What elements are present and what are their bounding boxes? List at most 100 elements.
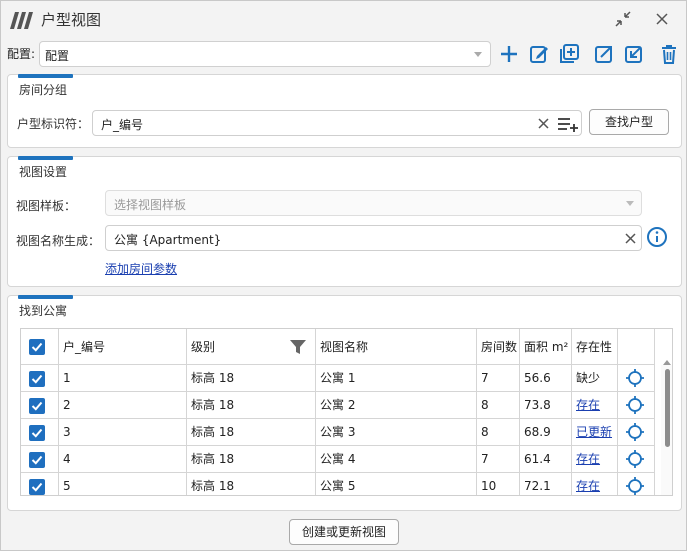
import-icon[interactable]: [623, 43, 645, 65]
row-checkbox[interactable]: [29, 371, 45, 387]
row-checkbox[interactable]: [29, 398, 45, 414]
find-apartment-button[interactable]: 查找户型: [589, 109, 669, 135]
locate-target-icon[interactable]: [626, 477, 644, 495]
column-header-level[interactable]: 级别: [187, 329, 316, 365]
row-rooms-cell: 10: [477, 473, 520, 495]
view-name-value: 公寓 {Apartment}: [114, 233, 222, 247]
locate-target-icon[interactable]: [626, 396, 644, 414]
window-title: 户型视图: [41, 11, 102, 29]
row-select-cell: [21, 446, 59, 473]
clear-icon[interactable]: [537, 117, 550, 130]
level-header-label: 级别: [191, 340, 216, 354]
add-room-param-link[interactable]: 添加房间参数: [105, 260, 177, 277]
table-row[interactable]: 3 标高 18 公寓 3 8 68.9 已更新: [21, 419, 661, 446]
edit-icon[interactable]: [528, 43, 550, 65]
row-view-name-cell: 公寓 5: [316, 473, 477, 495]
export-icon[interactable]: [593, 43, 615, 65]
row-id-cell: 4: [59, 446, 187, 473]
row-level-cell: 标高 18: [187, 473, 316, 495]
room-grouping-group: 房间分组 户型标识符： 户_编号 查找户型: [7, 74, 682, 148]
config-label: 配置:: [7, 47, 36, 61]
add-icon[interactable]: [498, 43, 520, 65]
status-link[interactable]: 已更新: [576, 425, 612, 439]
row-locate-cell: [618, 473, 655, 495]
row-locate-cell: [618, 365, 655, 392]
table-row[interactable]: 4 标高 18 公寓 4 7 61.4 存在: [21, 446, 661, 473]
apartment-views-window: 户型视图 配置: 配置 房间分组 户型标识符： 户_编号 查找户型 视图设置 视…: [0, 0, 687, 551]
row-id-cell: 2: [59, 392, 187, 419]
table-row[interactable]: 1 标高 18 公寓 1 7 56.6 缺少: [21, 365, 661, 392]
select-all-cell: [21, 329, 59, 365]
column-header-id[interactable]: 户_编号: [59, 329, 187, 365]
row-locate-cell: [618, 419, 655, 446]
column-header-area[interactable]: 面积 m²: [520, 329, 572, 365]
chevron-down-icon: [474, 52, 482, 57]
row-area-cell: 61.4: [520, 446, 572, 473]
row-status-cell: 已更新: [572, 419, 618, 446]
table-row[interactable]: 5 标高 18 公寓 5 10 72.1 存在: [21, 473, 661, 495]
row-id-cell: 1: [59, 365, 187, 392]
column-header-existence[interactable]: 存在性: [572, 329, 618, 365]
row-status-cell: 存在: [572, 392, 618, 419]
row-area-cell: 72.1: [520, 473, 572, 495]
identifier-value: 户_编号: [101, 118, 144, 132]
clear-icon[interactable]: [624, 232, 637, 245]
chevron-down-icon: [626, 201, 634, 206]
locate-target-icon[interactable]: [626, 423, 644, 441]
name-generation-label: 视图名称生成：: [16, 234, 101, 248]
row-checkbox[interactable]: [29, 452, 45, 468]
scrollbar-thumb[interactable]: [665, 369, 670, 447]
apartments-table: 户_编号 级别 视图名称 房间数 面积 m² 存在性 1 标高 18 公寓 1 7 56…: [20, 328, 673, 496]
row-locate-cell: [618, 446, 655, 473]
status-link[interactable]: 存在: [576, 452, 600, 466]
config-select[interactable]: 配置: [39, 41, 491, 67]
table-row[interactable]: 2 标高 18 公寓 2 8 73.8 存在: [21, 392, 661, 419]
found-apartments-title: 找到公寓: [19, 304, 68, 318]
template-label: 视图样板：: [16, 199, 77, 213]
info-icon[interactable]: [646, 226, 668, 248]
status-link[interactable]: 存在: [576, 398, 600, 412]
collapse-arrows-icon[interactable]: [613, 9, 633, 29]
create-update-views-button[interactable]: 创建或更新视图: [289, 519, 399, 545]
group-accent-bar: [18, 295, 73, 299]
row-view-name-cell: 公寓 3: [316, 419, 477, 446]
row-area-cell: 68.9: [520, 419, 572, 446]
row-view-name-cell: 公寓 2: [316, 392, 477, 419]
duplicate-icon[interactable]: [558, 43, 580, 65]
row-rooms-cell: 8: [477, 392, 520, 419]
title-bar: 户型视图: [1, 1, 686, 37]
view-template-select[interactable]: 选择视图样板: [105, 190, 642, 216]
scroll-up-arrow-icon[interactable]: [663, 359, 671, 365]
select-all-checkbox[interactable]: [29, 339, 45, 355]
filter-icon[interactable]: [290, 339, 306, 355]
locate-target-icon[interactable]: [626, 369, 644, 387]
view-settings-title: 视图设置: [19, 165, 68, 179]
row-status-cell: 存在: [572, 446, 618, 473]
template-placeholder: 选择视图样板: [114, 198, 187, 212]
add-list-icon[interactable]: [557, 116, 579, 132]
column-header-view-name[interactable]: 视图名称: [316, 329, 477, 365]
close-icon[interactable]: [652, 9, 672, 29]
row-id-cell: 5: [59, 473, 187, 495]
row-level-cell: 标高 18: [187, 446, 316, 473]
row-level-cell: 标高 18: [187, 365, 316, 392]
row-checkbox[interactable]: [29, 479, 45, 495]
column-header-rooms[interactable]: 房间数: [477, 329, 520, 365]
row-id-cell: 3: [59, 419, 187, 446]
room-grouping-title: 房间分组: [19, 83, 68, 97]
row-rooms-cell: 8: [477, 419, 520, 446]
app-logo-icon: [10, 12, 33, 29]
delete-icon[interactable]: [658, 43, 680, 65]
row-select-cell: [21, 473, 59, 495]
table-header: 户_编号 级别 视图名称 房间数 面积 m² 存在性: [21, 329, 661, 365]
row-status-cell: 存在: [572, 473, 618, 495]
view-name-input[interactable]: 公寓 {Apartment}: [105, 225, 642, 251]
config-selected-value: 配置: [45, 49, 70, 63]
column-header-locate: [618, 329, 655, 365]
status-text: 缺少: [576, 371, 601, 385]
locate-target-icon[interactable]: [626, 450, 644, 468]
row-view-name-cell: 公寓 1: [316, 365, 477, 392]
row-checkbox[interactable]: [29, 425, 45, 441]
identifier-input[interactable]: 户_编号: [92, 110, 582, 136]
status-link[interactable]: 存在: [576, 479, 600, 493]
